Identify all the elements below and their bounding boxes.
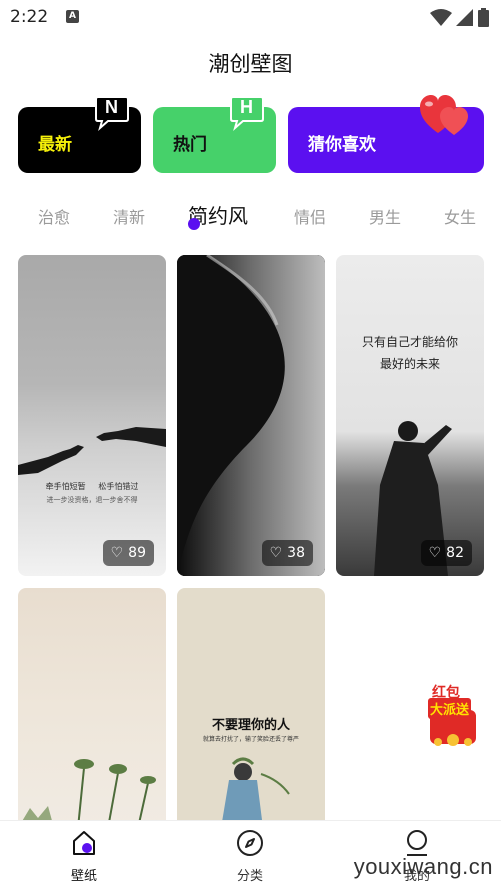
- caption-row: 牵手怕短暂 松手怕错过: [18, 481, 166, 492]
- tab-fresh[interactable]: 清新: [113, 204, 145, 228]
- wallpaper-card[interactable]: [18, 588, 166, 828]
- nav-wallpaper-label: 壁纸: [70, 869, 97, 884]
- like-count: 38: [287, 545, 305, 561]
- tab-couple[interactable]: 情侣: [294, 204, 326, 228]
- signal-icon: [456, 8, 473, 26]
- notification-icon: A: [66, 10, 79, 23]
- lotus-plant-image: [18, 759, 156, 828]
- caption-right: 松手怕错过: [98, 482, 139, 491]
- caption-left: 牵手怕短暂: [45, 482, 86, 491]
- latest-card[interactable]: 最新 N: [18, 96, 141, 173]
- like-count: 82: [446, 545, 464, 561]
- like-count-badge[interactable]: ♡ 38: [261, 540, 313, 566]
- quote-line-1: 只有自己才能给你: [361, 335, 458, 349]
- red-packet-line2: 大派送: [428, 698, 472, 719]
- like-count-badge[interactable]: ♡ 89: [102, 540, 154, 566]
- nav-wallpaper[interactable]: 壁纸: [44, 829, 124, 884]
- quote-line-2: 最好的未来: [379, 357, 440, 371]
- nav-category[interactable]: 分类: [210, 829, 290, 884]
- status-icons: [430, 8, 489, 27]
- caption-sub: 进一步没资格，退一步舍不得: [46, 496, 138, 504]
- heart-outline-icon: ♡: [428, 545, 442, 561]
- heart-outline-icon: ♡: [110, 545, 124, 561]
- status-time: 2:22: [10, 7, 49, 27]
- home-icon: [73, 831, 95, 855]
- hearts-icon: [420, 95, 468, 135]
- wallpaper-card[interactable]: 只有自己才能给你 最好的未来 ♡ 82: [336, 255, 484, 576]
- guess-you-like-label: 猜你喜欢: [308, 135, 376, 155]
- like-count-badge[interactable]: ♡ 82: [420, 540, 472, 566]
- tab-healing[interactable]: 治愈: [38, 204, 70, 228]
- abstract-wave-image: [177, 255, 325, 576]
- red-packet-promo[interactable]: 红包 大派送: [424, 680, 482, 750]
- status-bar: 2:22 A: [0, 0, 501, 34]
- latest-card-label: 最新: [38, 135, 72, 155]
- watermark: youxiwang.cn: [353, 854, 493, 879]
- wallpaper-card[interactable]: 牵手怕短暂 松手怕错过 进一步没资格，退一步舍不得 ♡ 89: [18, 255, 166, 576]
- tab-boys[interactable]: 男生: [369, 204, 401, 228]
- page-title: 潮创壁图: [208, 52, 293, 76]
- girl-illustration-image: [221, 757, 290, 828]
- active-tab-indicator: [188, 218, 200, 230]
- nav-category-label: 分类: [236, 869, 263, 884]
- compass-icon: [237, 830, 263, 856]
- poster-headline: 不要理你的人: [211, 718, 290, 733]
- hot-badge-letter: H: [240, 97, 253, 117]
- hands-image: [18, 427, 166, 475]
- new-badge-letter: N: [105, 97, 118, 117]
- hot-card[interactable]: 热门 H: [153, 96, 276, 173]
- profile-icon: [407, 830, 427, 856]
- heart-outline-icon: ♡: [269, 545, 283, 561]
- wallpaper-card[interactable]: ♡ 38: [177, 255, 325, 576]
- wifi-icon: [430, 8, 452, 26]
- guess-you-like-card[interactable]: 猜你喜欢: [288, 95, 484, 173]
- poster-subline: 就算去打扰了，输了笑脸还丢了尊严: [202, 736, 299, 743]
- battery-icon: [478, 8, 489, 27]
- category-tabs: 治愈 清新 简约风 情侣 男生 女生: [0, 196, 501, 236]
- hot-card-label: 热门: [173, 135, 207, 155]
- tab-girls[interactable]: 女生: [444, 204, 476, 228]
- like-count: 89: [128, 545, 146, 561]
- wallpaper-card[interactable]: 不要理你的人 就算去打扰了，输了笑脸还丢了尊严: [177, 588, 325, 828]
